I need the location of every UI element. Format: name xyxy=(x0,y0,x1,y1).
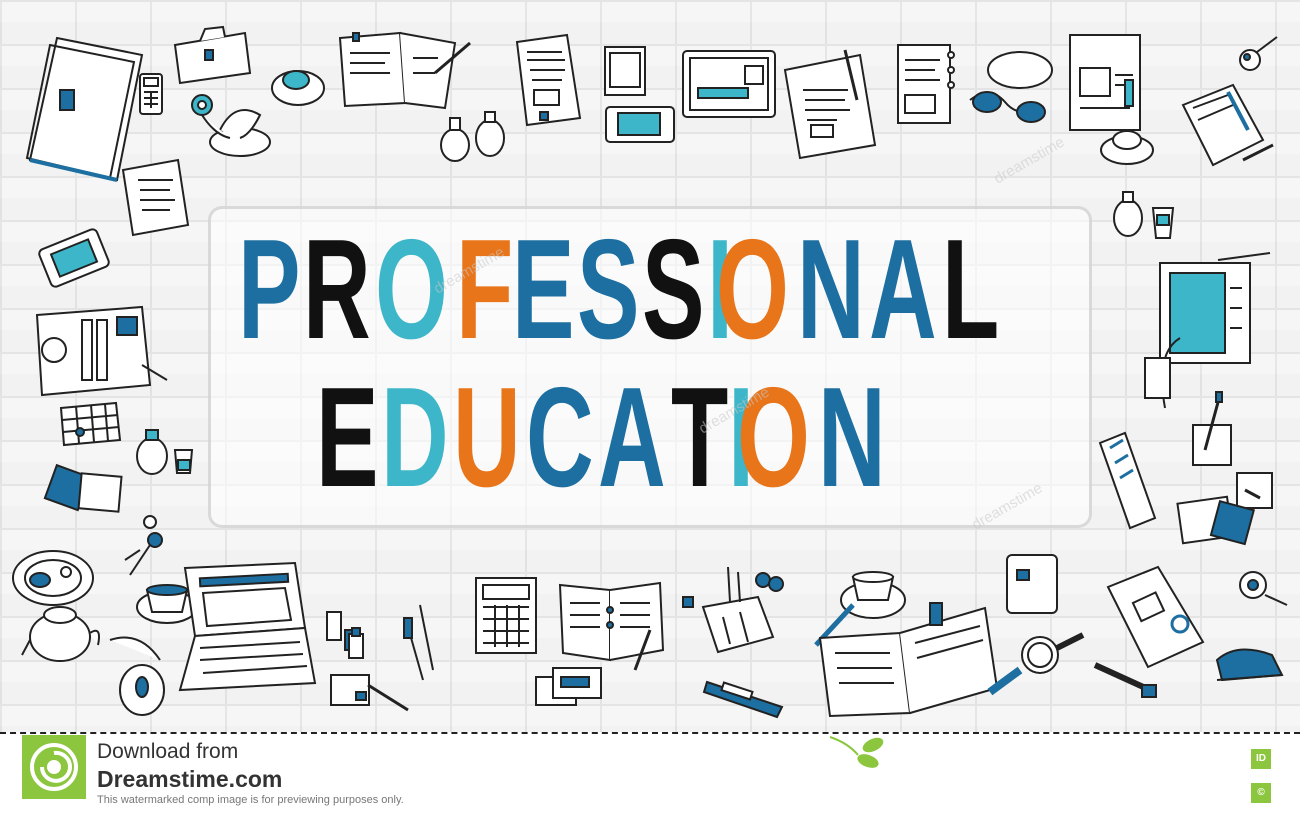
phone-icon xyxy=(38,228,113,290)
headline-letter: F xyxy=(455,210,513,369)
headline-letter: T xyxy=(670,358,728,517)
smartphone-icon xyxy=(600,45,680,155)
cutter-icon xyxy=(702,672,792,722)
site-name-link[interactable]: Dreamstime.com xyxy=(97,766,282,793)
stapler-icon xyxy=(1212,640,1287,690)
teapot-icon xyxy=(20,595,100,675)
headline-letter: S xyxy=(641,210,705,369)
bag-icon xyxy=(165,25,255,85)
laptop-icon xyxy=(175,558,320,698)
sprout-icon xyxy=(828,733,888,773)
headline-letter: U xyxy=(453,358,521,517)
headline-letter: D xyxy=(380,358,449,517)
watch-icon xyxy=(985,630,1085,705)
book-icon xyxy=(1178,80,1278,180)
id-badge[interactable]: ID xyxy=(1251,749,1271,769)
headline-line-2: EDUCATION xyxy=(208,358,1194,517)
textbook-icon xyxy=(815,598,1000,718)
pin-icon xyxy=(1235,565,1290,610)
headline-letter: S xyxy=(577,210,640,369)
headline-line-1: PROFESSIONAL xyxy=(208,210,1116,369)
preview-notice: This watermarked comp image is for previ… xyxy=(97,794,404,806)
glasses-icon xyxy=(965,40,1060,135)
calendar-icon xyxy=(58,400,123,448)
keys-icon xyxy=(1232,32,1282,77)
headline-letter: N xyxy=(796,210,865,369)
pens-icon xyxy=(398,600,443,685)
monitor-icon xyxy=(680,48,780,123)
wallet-icon xyxy=(1002,550,1067,620)
calculator-icon xyxy=(138,72,164,116)
notepad-icon xyxy=(893,40,963,130)
footer-divider xyxy=(0,732,1300,734)
mouse-icon xyxy=(100,635,170,720)
headline-letter: E xyxy=(316,358,379,517)
planner-icon xyxy=(32,305,172,400)
usb-icon xyxy=(346,626,366,660)
pencil-icon xyxy=(1090,660,1160,705)
coffee-cup-icon xyxy=(268,58,328,108)
desk-calculator-icon xyxy=(473,575,543,660)
report-icon xyxy=(1065,30,1155,170)
dreamstime-logo[interactable] xyxy=(22,735,86,799)
clipboard-icon xyxy=(775,40,885,160)
headline-letter: N xyxy=(817,358,886,517)
headline-letter: A xyxy=(869,210,937,369)
contract-icon xyxy=(1098,562,1213,672)
download-from-label: Download from xyxy=(97,740,239,763)
bottles-icon xyxy=(435,110,510,165)
water-bottle-icon xyxy=(130,428,200,478)
scissors-icon xyxy=(678,562,803,662)
headline-letter: R xyxy=(302,210,371,369)
headline: PROFESSIONAL EDUCATION xyxy=(208,206,1092,528)
notebook-icon xyxy=(335,28,475,110)
bottle-glass-icon xyxy=(1108,190,1178,245)
headline-letter: O xyxy=(716,210,789,369)
headline-letter: L xyxy=(941,210,999,369)
cards-icon xyxy=(533,665,608,710)
headline-letter: C xyxy=(525,358,594,517)
open-book-icon xyxy=(555,575,670,675)
memo-pen-icon xyxy=(1190,390,1240,470)
headline-letter: A xyxy=(598,358,666,517)
spiral-notebook-icon xyxy=(118,155,193,240)
document-icon xyxy=(512,30,597,130)
headline-letter: E xyxy=(512,210,575,369)
copyright-badge[interactable]: © xyxy=(1251,783,1271,803)
headline-letter: P xyxy=(238,210,301,369)
flower-pot-icon xyxy=(180,80,275,160)
